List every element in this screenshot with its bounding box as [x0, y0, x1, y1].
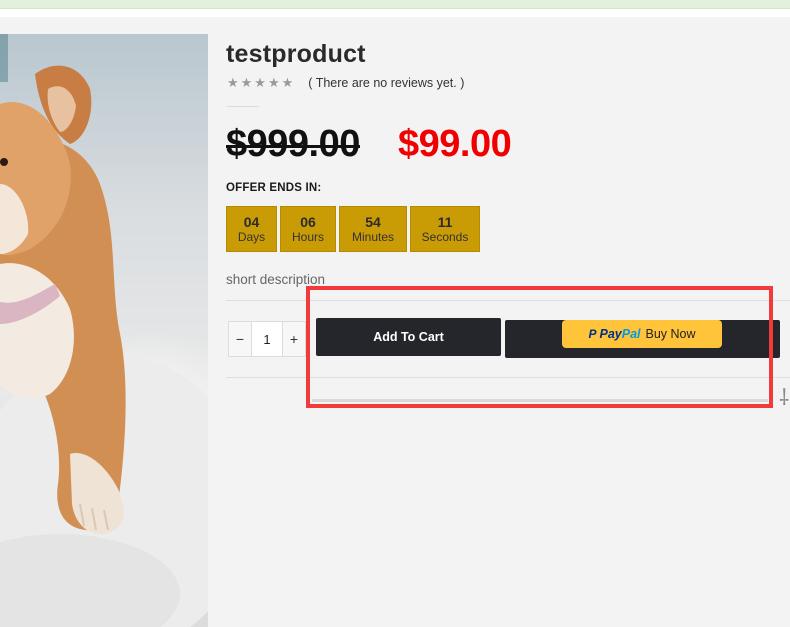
cart-top-divider — [226, 300, 790, 301]
top-banner-strip — [0, 0, 790, 9]
countdown-value: 54 — [365, 213, 381, 230]
paypal-buy-now-button[interactable]: P PayPal Buy Now — [562, 320, 722, 348]
countdown-hours: 06 Hours — [280, 206, 336, 252]
reviews-link[interactable]: ( There are no reviews yet. ) — [308, 76, 464, 90]
star-rating-icon: ★★★★★ — [227, 75, 296, 90]
countdown-minutes: 54 Minutes — [339, 206, 407, 252]
countdown-days: 04 Days — [226, 206, 277, 252]
offer-ends-label: OFFER ENDS IN: — [226, 182, 322, 194]
sale-price: $99.00 — [398, 123, 512, 165]
top-spacer — [0, 9, 790, 17]
product-image[interactable] — [0, 34, 208, 627]
countdown-unit: Seconds — [421, 229, 469, 244]
paypal-logo: PayPal — [599, 327, 640, 341]
quantity-minus-button[interactable]: − — [229, 322, 251, 356]
paypal-button-container: P PayPal Buy Now — [505, 320, 780, 358]
quantity-plus-button[interactable]: + — [283, 322, 305, 356]
cart-bottom-divider — [226, 377, 790, 378]
title-divider — [227, 106, 259, 107]
short-description: short description — [226, 272, 326, 287]
dog-photo — [0, 34, 208, 627]
countdown-unit: Minutes — [351, 229, 395, 244]
countdown-timer: 04 Days 06 Hours 54 Minutes 11 Seconds — [226, 206, 480, 252]
countdown-value: 04 — [243, 213, 260, 230]
countdown-value: 06 — [300, 213, 316, 230]
paypal-logo-pal: Pal — [621, 327, 641, 341]
countdown-unit: Days — [237, 229, 266, 244]
countdown-value: 11 — [437, 213, 453, 230]
paypal-buy-now-label: Buy Now — [645, 327, 696, 341]
quantity-input[interactable] — [251, 322, 283, 356]
quantity-stepper: − + — [228, 321, 306, 357]
original-price: $999.00 — [226, 123, 360, 166]
countdown-seconds: 11 Seconds — [410, 206, 480, 252]
product-rating: ★★★★★ ( There are no reviews yet. ) — [227, 75, 464, 91]
price-strikethrough — [226, 145, 360, 148]
paypal-logo-pay: Pay — [599, 327, 622, 341]
original-price-text: $999.00 — [226, 123, 360, 165]
highlight-underline — [312, 399, 768, 402]
countdown-unit: Hours — [291, 229, 324, 244]
paypal-icon: P — [588, 327, 597, 341]
add-to-cart-button[interactable]: Add To Cart — [316, 318, 501, 356]
edge-fragment-icon: ⸸ — [779, 385, 790, 410]
product-title: testproduct — [226, 40, 366, 68]
